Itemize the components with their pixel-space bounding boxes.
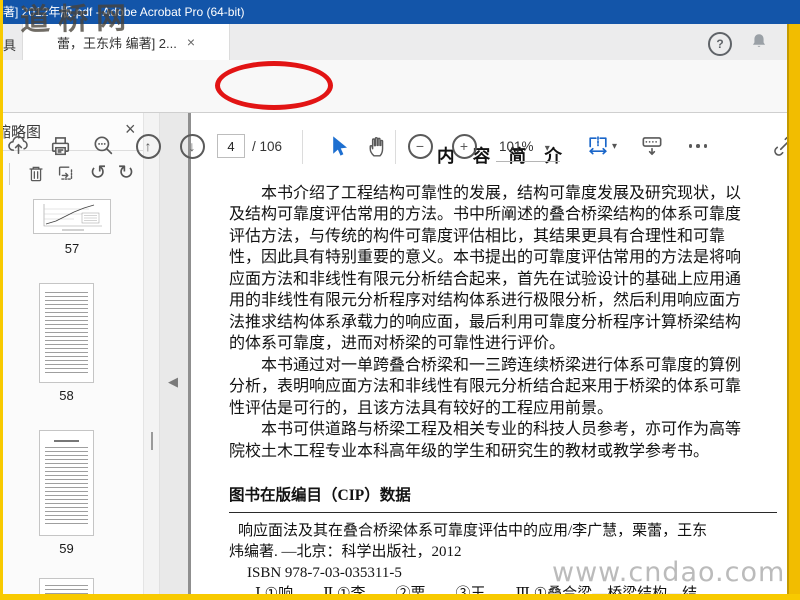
document-page: 内 容 简 介 本书介绍了工程结构可靠性的发展，结构可靠度发展及研究现状，以 及… xyxy=(188,112,800,595)
toolbar-separator xyxy=(395,130,396,164)
rotate-ccw-button[interactable]: ↺ xyxy=(85,160,111,186)
tab-tools-partial[interactable]: 具 xyxy=(3,35,16,54)
thumbnail-text-lines xyxy=(45,292,88,374)
zoom-underline xyxy=(496,161,560,162)
chevron-down-icon: ▾ xyxy=(544,143,550,154)
cip-line: 炜编著. —北京：科学出版社，2012 xyxy=(229,543,462,560)
chevron-down-icon: ▾ xyxy=(611,140,618,152)
next-page-button[interactable]: ↓ xyxy=(178,132,206,160)
screenshot-border-right xyxy=(787,24,800,600)
window-titlebar: 编著] 2012年版.pdf - Adobe Acrobat Pro (64-b… xyxy=(0,0,800,24)
thumbnail-page-60-partial[interactable] xyxy=(39,578,94,595)
cip-block: 图书在版编目（CIP）数据 响应面法及其在叠合桥梁体系可靠度评估中的应用/李广慧… xyxy=(229,485,777,595)
main-toolbar: ↑ ↓ 4 / 106 − + 101% ▾ ▾ xyxy=(0,60,800,164)
doc-line: 的体系可靠度，进而对桥梁的可靠性进行评价。 xyxy=(229,335,566,352)
annotation-ellipse xyxy=(215,61,333,110)
thumbnail-page-59[interactable] xyxy=(39,430,94,536)
previous-page-button[interactable]: ↑ xyxy=(134,132,162,160)
help-icon[interactable]: ? xyxy=(708,32,732,56)
upload-cloud-button[interactable] xyxy=(4,132,32,160)
arrow-down-icon: ↓ xyxy=(179,133,205,159)
cip-heading: 图书在版编目（CIP）数据 xyxy=(229,487,411,504)
document-area[interactable]: ◀ 内 容 简 介 本书介绍了工程结构可靠性的发展，结构可靠度发展及研究现状，以… xyxy=(160,112,800,595)
more-tools-button[interactable] xyxy=(684,132,712,160)
doc-line: 分析，表明响应面方法和非线性有限元分析结合起来用于桥梁的体系可靠 xyxy=(229,378,742,395)
thumbnails-panel: 缩略图 × ↺ ↻ 57 58 59 xyxy=(3,112,143,595)
cip-line: ISBN 978-7-03-035311-5 xyxy=(247,564,402,581)
thumbnail-label: 59 xyxy=(59,541,74,556)
rotate-cw-glyph: ↻ xyxy=(117,162,135,184)
window-title: 编著] 2012年版.pdf - Adobe Acrobat Pro (64-b… xyxy=(0,5,245,19)
tab-document[interactable]: 蕾，王东炜 编著] 2... × xyxy=(22,24,230,60)
minus-icon: − xyxy=(407,133,433,159)
thumbnail-page-58[interactable] xyxy=(39,283,94,383)
delete-page-button[interactable] xyxy=(23,161,49,187)
doc-line: 及结构可靠度评估常用的方法。书中所阐述的叠合桥梁结构的体系可靠度 xyxy=(229,206,742,223)
page-number-input[interactable]: 4 xyxy=(217,134,245,158)
panel-splitter[interactable] xyxy=(143,112,160,595)
doc-line: 性评估是可行的，且该方法具有较好的工程应用前景。 xyxy=(229,399,614,417)
splitter-handle[interactable] xyxy=(151,432,153,450)
doc-line: 用的非线性有限元分析程序对结构体系进行极限分析，然后利用响应面方 xyxy=(229,292,742,309)
doc-line: 评估方法，与传统的构件可靠度评估相比，其结果更具有合理性和可靠 xyxy=(229,227,726,245)
hide-toolbar-button[interactable] xyxy=(638,132,666,160)
fit-width-button[interactable]: ▾ xyxy=(581,132,621,160)
tab-document-label: 蕾，王东炜 编著] 2... xyxy=(56,35,177,51)
prev-page-arrow[interactable]: ◀ xyxy=(168,374,178,390)
toolbar-separator xyxy=(302,130,303,164)
zoom-level-value: 101% xyxy=(499,139,534,154)
doc-line: 本书通过对一单跨叠合桥梁和一三跨连续桥梁进行体系可靠度的算例 xyxy=(261,356,742,374)
screenshot-border-bottom xyxy=(0,594,800,600)
select-tool-icon[interactable] xyxy=(324,132,352,160)
rotate-ccw-glyph: ↺ xyxy=(89,162,107,184)
doc-line: 本书介绍了工程结构可靠性的发展，结构可靠度发展及研究现状，以 xyxy=(261,184,742,202)
print-button[interactable] xyxy=(46,132,74,160)
doc-line: 法推求结构体系承载力的响应面，最后利用可靠度分析程序计算桥梁结构 xyxy=(229,313,742,331)
screenshot-border-left xyxy=(0,0,3,600)
search-button[interactable] xyxy=(90,132,118,160)
thumbnail-label: 57 xyxy=(64,241,80,256)
zoom-in-button[interactable]: + xyxy=(450,132,478,160)
help-glyph: ? xyxy=(716,37,724,51)
page-count-label: / 106 xyxy=(252,139,283,154)
hand-tool-button[interactable] xyxy=(363,132,391,160)
cip-rule xyxy=(229,511,777,513)
zoom-out-button[interactable]: − xyxy=(406,132,434,160)
plus-icon: + xyxy=(451,133,477,159)
thumbnail-heading-line xyxy=(54,440,79,442)
cip-line: 响应面法及其在叠合桥梁体系可靠度评估中的应用/李广慧，栗蕾，王东 xyxy=(238,522,708,539)
zoom-level-dropdown[interactable]: 101% ▾ xyxy=(499,139,550,154)
doc-line: 院校土木工程专业本科高年级的学生和研究生的教材或教学参考书。 xyxy=(229,442,710,460)
arrow-up-icon: ↑ xyxy=(135,133,161,159)
thumbnail-label: 58 xyxy=(59,388,74,403)
bell-icon[interactable] xyxy=(748,31,770,53)
thumbnail-text-lines xyxy=(45,447,88,527)
doc-line: 应面方法和非线性有限元分析结合起来，首先在试验设计的基础上应用通 xyxy=(229,270,742,288)
tab-bar: 具 蕾，王东炜 编著] 2... × xyxy=(0,24,800,61)
thumbnail-page-57[interactable] xyxy=(33,199,111,234)
extract-page-button[interactable] xyxy=(53,161,79,187)
doc-line: 本书可供道路与桥梁工程及相关专业的科技人员参考，亦可作为高等 xyxy=(261,421,742,438)
tab-close-icon[interactable]: × xyxy=(187,35,195,49)
rotate-cw-button[interactable]: ↻ xyxy=(113,160,139,186)
panel-toolbar-separator xyxy=(9,163,10,185)
doc-line: 性，因此具有特别重要的意义。本书提出的可靠度评估常用的方法是将响 xyxy=(229,249,742,266)
page-content: 内 容 简 介 本书介绍了工程结构可靠性的发展，结构可靠度发展及研究现状，以 及… xyxy=(229,146,777,595)
ellipsis-icon xyxy=(688,144,708,148)
